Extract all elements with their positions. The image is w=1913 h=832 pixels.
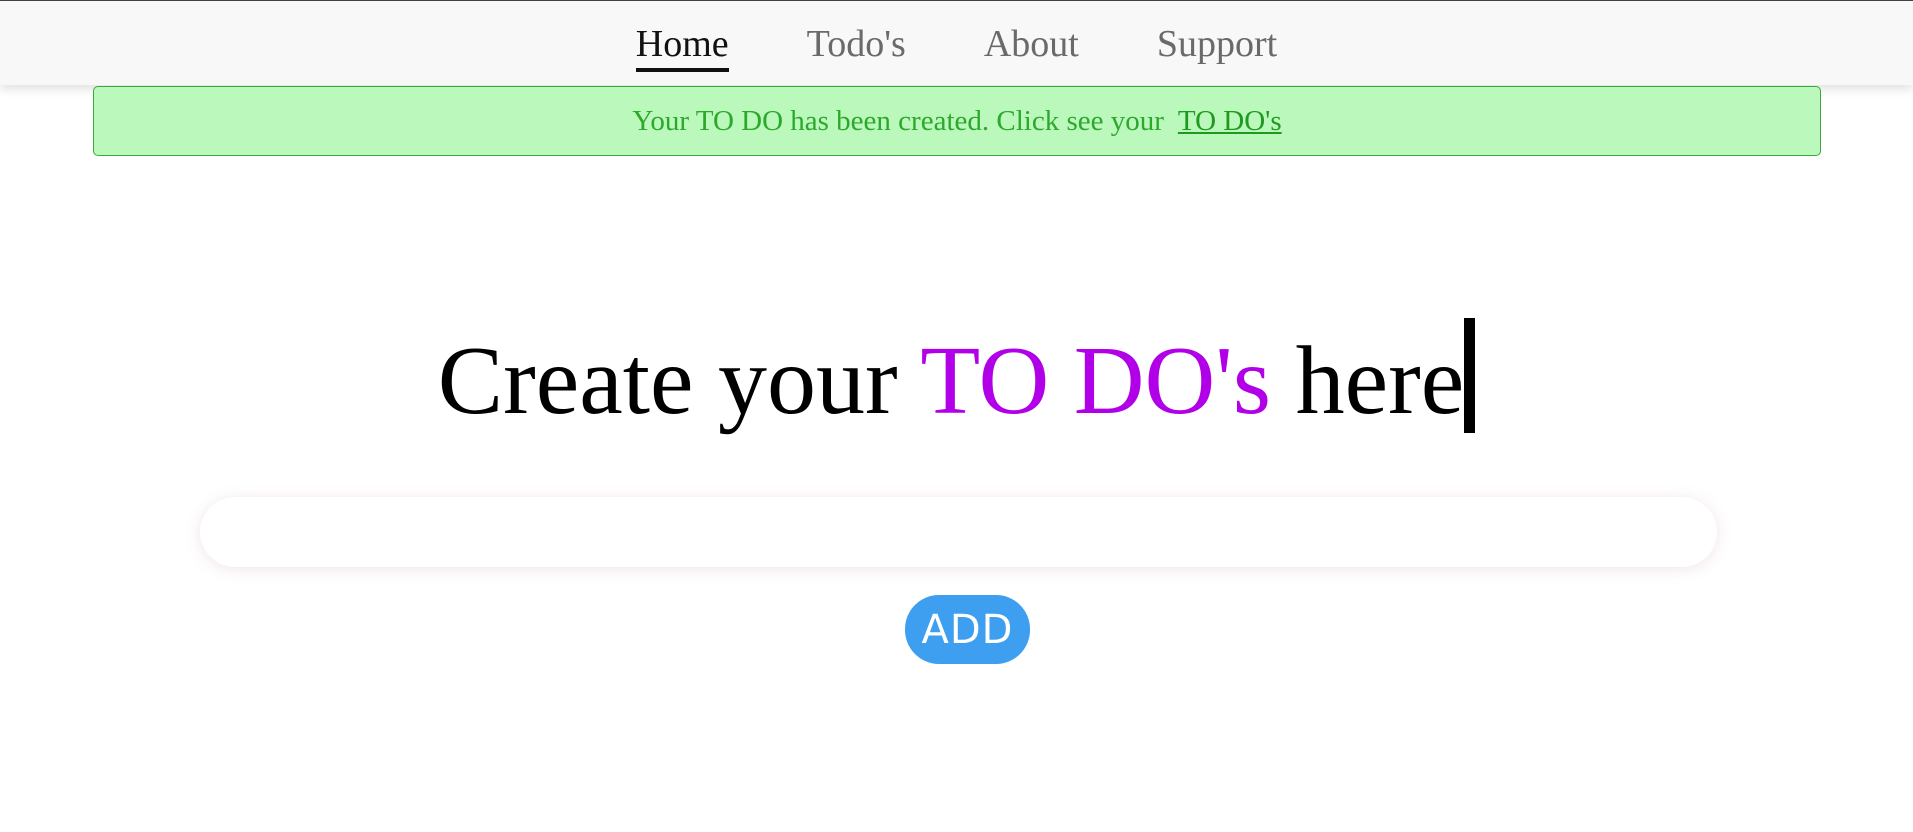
nav-link-support[interactable]: Support (1157, 22, 1277, 68)
add-button[interactable]: ADD (905, 595, 1030, 664)
headline-prefix: Create your (437, 327, 898, 435)
todo-input[interactable] (200, 497, 1717, 567)
alert-todos-link[interactable]: TO DO's (1178, 105, 1282, 138)
headline-accent: TO DO's (920, 327, 1272, 435)
nav-link-about[interactable]: About (984, 22, 1079, 68)
typing-caret (1464, 318, 1476, 433)
alert-message: Your TO DO has been created. Click see y… (632, 104, 1164, 137)
page-headline: Create your TO DO's here (0, 318, 1913, 441)
navbar: Home Todo's About Support (0, 1, 1913, 85)
nav-link-home[interactable]: Home (635, 22, 729, 72)
headline-suffix: here (1295, 327, 1465, 435)
success-alert: Your TO DO has been created. Click see y… (93, 86, 1821, 156)
nav-link-todos[interactable]: Todo's (807, 22, 906, 68)
